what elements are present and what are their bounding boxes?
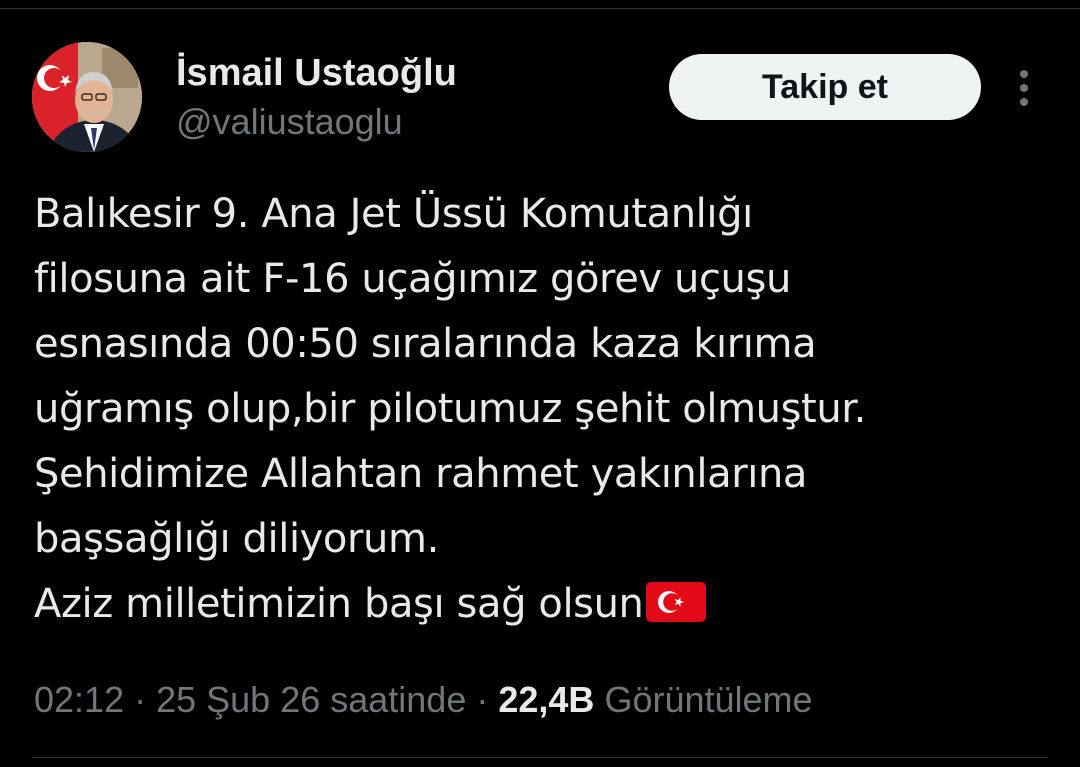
avatar[interactable] (32, 42, 142, 152)
tweet-line: filosuna ait F-16 uçağımız görev uçuşu (34, 256, 791, 302)
tweet-line: Aziz milletimizin başı sağ olsun (34, 581, 644, 627)
tweet-time-link[interactable]: 02:12 · 25 Şub 26 saatinde (34, 679, 466, 720)
more-vertical-icon[interactable] (1008, 66, 1042, 110)
meta-separator: · (466, 679, 499, 720)
tweet-time: 02:12 (34, 679, 125, 720)
tweet-meta: 02:12 · 25 Şub 26 saatinde · 22,4B Görün… (34, 672, 813, 728)
tweet-line: Balıkesir 9. Ana Jet Üssü Komutanlığı (34, 191, 753, 237)
turkey-flag-icon (645, 577, 706, 642)
follow-button[interactable]: Takip et (669, 54, 981, 120)
tweet-last-line: Aziz milletimizin başı sağ olsun (34, 572, 1054, 642)
views-count: 22,4B (498, 679, 595, 720)
tweet-line: Şehidimize Allahtan rahmet yakınlarına (34, 451, 808, 497)
more-dot (1020, 70, 1028, 78)
bottom-divider (32, 757, 1048, 758)
avatar-image (32, 42, 142, 152)
tweet-date: 25 Şub 26 saatinde (156, 679, 467, 720)
more-dot (1020, 98, 1028, 106)
views-label: Görüntüleme (604, 679, 813, 720)
author-handle[interactable]: @valiustaoglu (176, 100, 403, 144)
more-dot (1020, 84, 1028, 92)
top-divider (0, 8, 1080, 9)
tweet-line: başsağlığı diliyorum. (34, 516, 439, 562)
tweet-line: esnasında 00:50 sıralarında kaza kırıma (34, 321, 817, 367)
meta-separator: · (124, 679, 157, 720)
author-name[interactable]: İsmail Ustaoğlu (176, 50, 457, 96)
tweet-line: uğramış olup,bir pilotumuz şehit olmuştu… (34, 386, 866, 432)
views-link[interactable]: 22,4B Görüntüleme (498, 679, 812, 720)
tweet-text: Balıkesir 9. Ana Jet Üssü Komutanlığı fi… (34, 182, 1054, 642)
